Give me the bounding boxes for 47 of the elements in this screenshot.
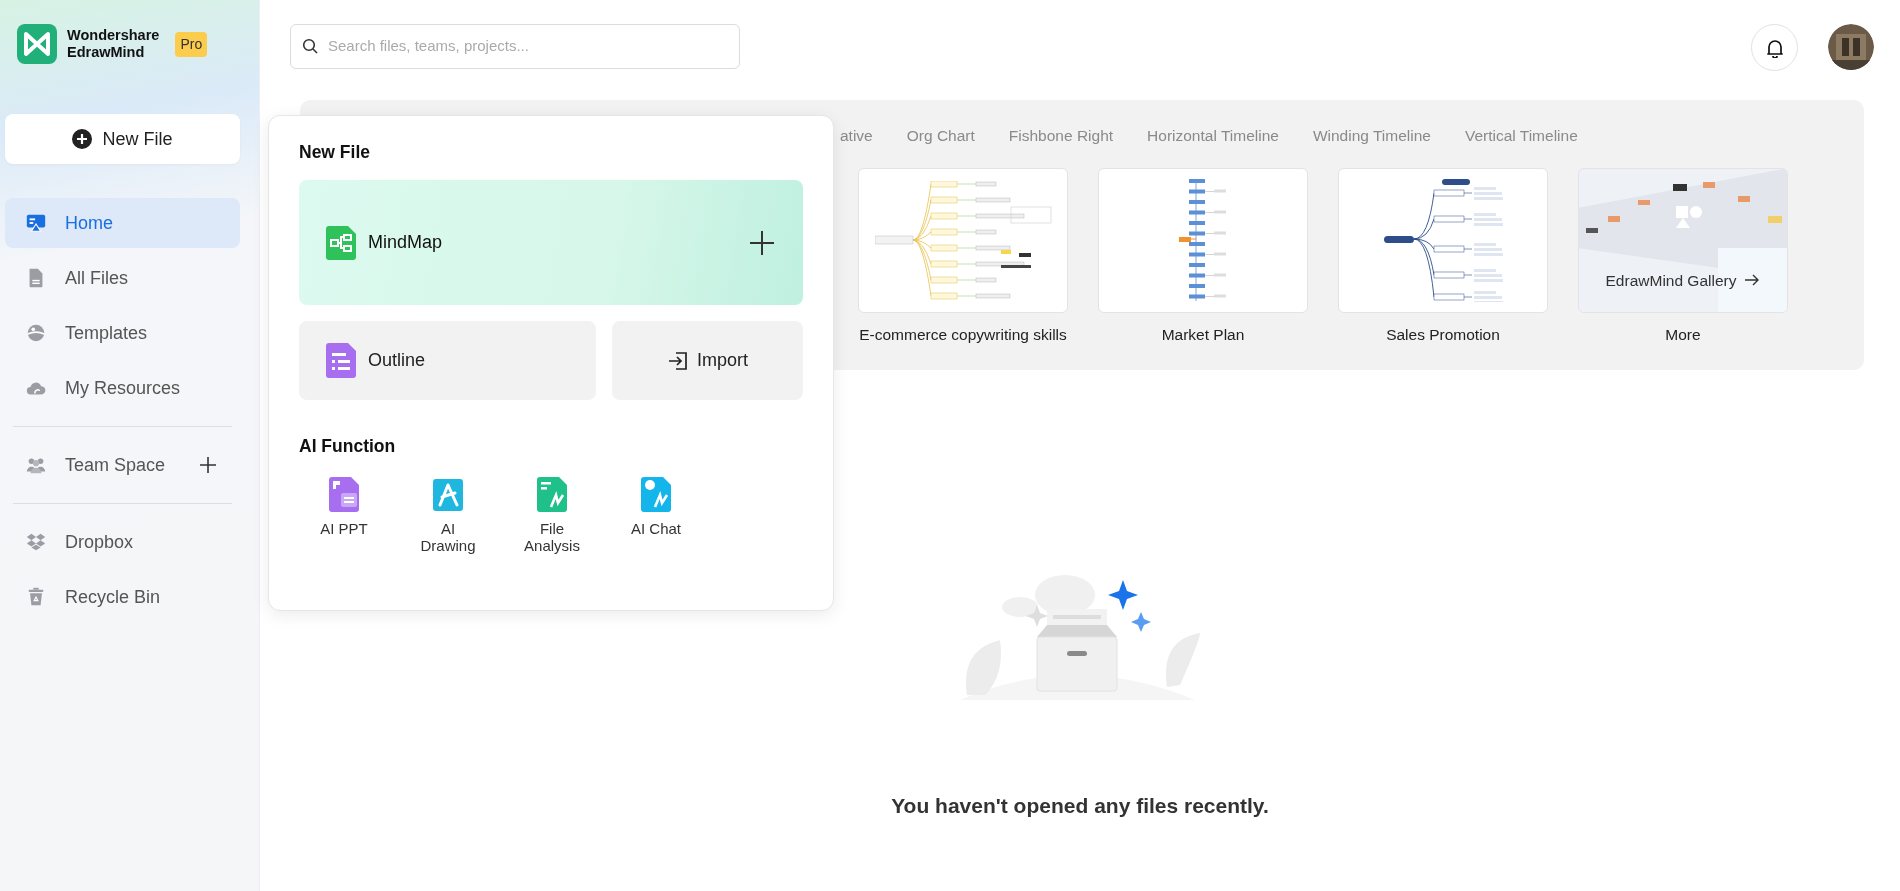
nav-item[interactable]: Templates: [5, 308, 240, 358]
compass-tile-icon: [433, 477, 463, 512]
template-name: E-commerce copywriting skills: [859, 325, 1067, 345]
import-option[interactable]: Import: [612, 321, 803, 400]
brand-name: Wondershare EdrawMind: [67, 27, 160, 61]
arrow-right-icon: [1744, 274, 1761, 287]
nav-item[interactable]: Team Space: [5, 440, 240, 490]
bell-icon: [1764, 37, 1785, 58]
nav-item[interactable]: My Resources: [5, 363, 240, 413]
screen-icon: [25, 212, 47, 234]
presentation-file-icon: [329, 477, 359, 512]
template-card[interactable]: EdrawMind Gallery: [1578, 168, 1788, 313]
template-name: More: [1665, 325, 1701, 345]
chat-file-icon: [641, 477, 671, 512]
ai-function-item[interactable]: AI Chat: [611, 477, 701, 554]
list-icon: [326, 343, 356, 378]
ai-function-item[interactable]: File Analysis: [507, 477, 597, 554]
template-name: Sales Promotion: [1386, 325, 1500, 345]
import-icon: [667, 349, 689, 372]
gallery-caption: EdrawMind Gallery: [1605, 270, 1737, 291]
template-card[interactable]: [1098, 168, 1308, 313]
logo-icon: [17, 24, 57, 64]
plus-icon: [749, 229, 775, 256]
nav-item[interactable]: Recycle Bin: [5, 572, 240, 622]
template-name: Market Plan: [1161, 325, 1245, 345]
globe-icon: [25, 322, 47, 344]
plus-circle-icon: [72, 129, 93, 149]
notification-button[interactable]: [1751, 24, 1798, 71]
dropbox-icon: [25, 531, 47, 553]
nav-item[interactable]: Home: [5, 198, 240, 248]
menu-heading: New File: [299, 142, 371, 163]
empty-state-message: You haven't opened any files recently.: [891, 793, 1269, 819]
ai-function-item[interactable]: AI PPT: [299, 477, 389, 554]
menu-heading: AI Function: [299, 436, 397, 457]
add-icon[interactable]: [198, 455, 218, 475]
outline-option[interactable]: Outline: [299, 321, 596, 400]
ai-function-item[interactable]: AI Drawing: [403, 477, 493, 554]
new-file-button[interactable]: New File: [5, 114, 240, 164]
analysis-file-icon: [537, 477, 567, 512]
nav-item[interactable]: All Files: [5, 253, 240, 303]
nav-item[interactable]: Dropbox: [5, 517, 240, 567]
avatar[interactable]: [1828, 24, 1874, 70]
search-icon: [302, 38, 318, 54]
mind-map-icon: [326, 225, 356, 260]
search-field[interactable]: Search files, teams, projects...: [290, 24, 740, 69]
plan-badge: Pro: [175, 31, 208, 57]
mindmap-option[interactable]: MindMap: [299, 180, 803, 305]
